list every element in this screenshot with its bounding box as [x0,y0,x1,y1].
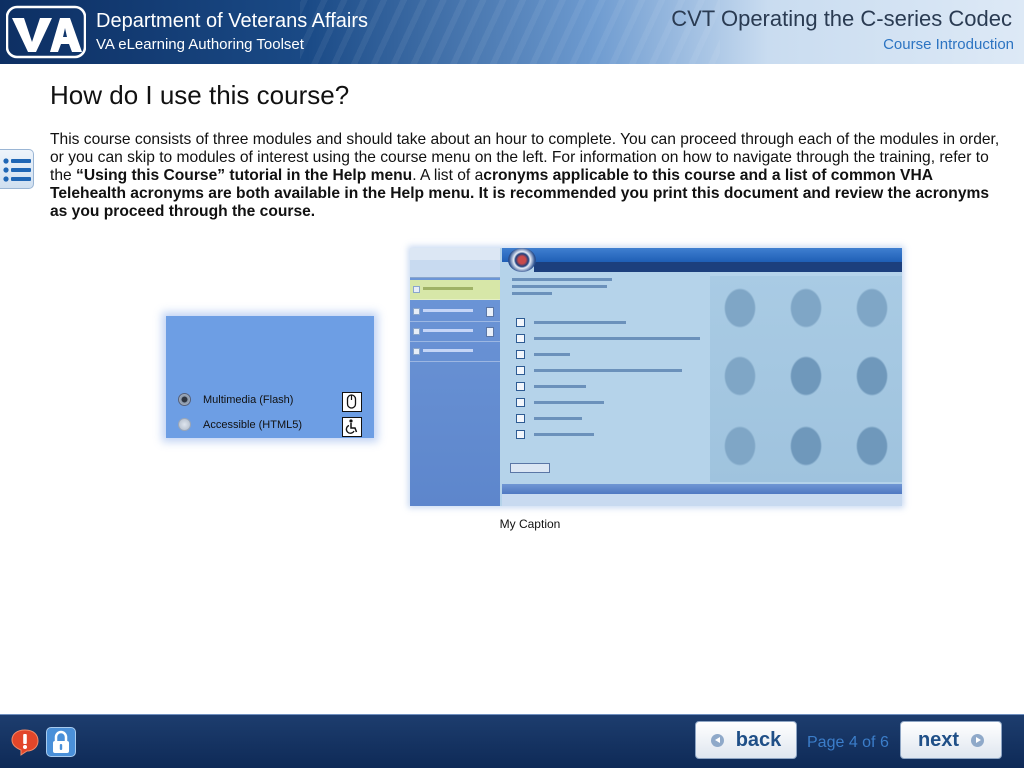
page-indicator: Page 4 of 6 [807,734,889,751]
help-menu-reference: “Using this Course” tutorial in the Help… [76,167,413,184]
screenshot-answer [534,433,594,436]
screenshot-page-list [502,494,902,506]
course-menu-button[interactable] [0,149,34,189]
mode-selection-image: Multimedia (Flash) Accessible (HTML5) [166,316,374,438]
screenshot-menu-item [410,280,500,300]
checkbox-icon [516,366,525,375]
course-section: Course Introduction [883,36,1014,53]
course-title: CVT Operating the C-series Codec [671,6,1012,31]
screenshot-answer [534,353,570,356]
course-screenshot-image [410,248,902,506]
mode-option-accessible: Accessible (HTML5) [178,418,302,431]
intro-text-2: . A list of a [412,167,484,184]
org-title: Department of Veterans Affairs [96,10,369,32]
screenshot-banner [502,248,902,262]
figure-caption: My Caption [499,517,561,531]
screenshot-menu-header [410,260,500,278]
screenshot-answer [534,369,682,372]
screenshot-menu-item [410,342,500,362]
screenshot-footer [502,484,902,494]
lock-icon [53,730,69,753]
checkbox-icon [516,398,525,407]
footer-bar: back Page 4 of 6 next [0,714,1024,768]
screenshot-question [512,278,612,300]
page-title: How do I use this course? [50,80,350,110]
screenshot-app-title-bar [410,248,500,260]
screenshot-check-answer-button [510,463,550,473]
wheelchair-icon [342,417,362,437]
screenshot-answer [534,321,626,324]
alert-feedback-icon [11,729,39,756]
screenshot-course-menu [410,248,500,506]
checkbox-icon [516,350,525,359]
mode-label-accessible: Accessible (HTML5) [203,418,303,431]
mouse-icon [342,392,362,412]
va-seal-icon [508,248,536,272]
chevron-right-icon [971,733,985,747]
intro-paragraph: This course consists of three modules an… [50,131,1010,221]
va-logo-icon [6,5,86,59]
screenshot-answer [534,385,586,388]
radio-selected-icon [178,393,191,406]
checkbox-icon [516,334,525,343]
checkbox-icon [516,430,525,439]
chevron-left-icon [710,733,724,747]
header-banner: Department of Veterans Affairs VA eLearn… [0,0,1024,64]
org-subtitle: VA eLearning Authoring Toolset [96,36,304,53]
screenshot-menu-item [410,322,500,342]
back-label: back [735,728,782,751]
checkbox-icon [516,318,525,327]
checkbox-icon [516,382,525,391]
list-menu-icon [3,158,31,182]
feedback-button[interactable] [10,727,40,757]
next-label: next [917,728,960,751]
mode-option-multimedia: Multimedia (Flash) [178,393,293,406]
back-button[interactable]: back [695,721,797,759]
screenshot-nav-bar [534,262,902,272]
accessibility-lock-button[interactable] [46,727,76,757]
checkbox-icon [516,414,525,423]
next-button[interactable]: next [900,721,1002,759]
screenshot-answer [534,337,700,340]
screenshot-menu-item [410,302,500,322]
screenshot-faces-photo [710,276,902,482]
radio-unselected-icon [178,418,191,431]
screenshot-answer [534,401,604,404]
mode-label-multimedia: Multimedia (Flash) [203,393,294,406]
screenshot-answer [534,417,582,420]
